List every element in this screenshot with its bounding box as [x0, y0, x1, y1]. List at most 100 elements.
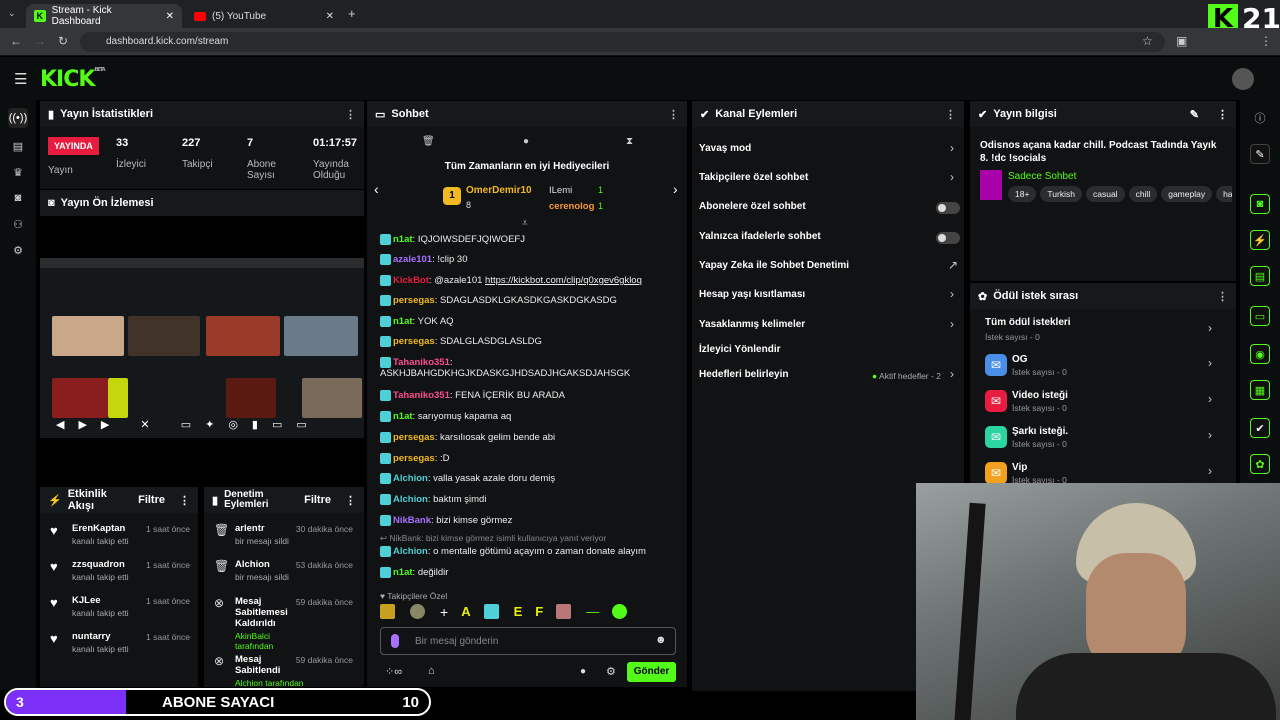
chat-link[interactable]: https://kickbot.com/clip/q0xgev6gkloq: [485, 275, 642, 286]
gift-icon[interactable]: ✿: [1250, 454, 1270, 474]
channel-action-item[interactable]: Yasaklanmış kelimeler: [699, 319, 805, 330]
gear-icon[interactable]: ⚙: [606, 665, 616, 678]
chat-username[interactable]: persegas: [393, 295, 435, 306]
kebab-menu-icon[interactable]: ⋮: [179, 494, 190, 507]
emote-icon[interactable]: [483, 604, 499, 619]
channel-action-item[interactable]: Abonelere özel sohbet: [699, 201, 806, 212]
chat-username[interactable]: NikBank: [393, 515, 431, 526]
toggle-switch[interactable]: [936, 232, 960, 244]
tab-youtube[interactable]: (5) YouTube ✕: [186, 4, 342, 28]
chevron-right-icon[interactable]: ›: [1208, 321, 1212, 335]
reward-item[interactable]: Vip İstek sayısı - 0: [1012, 462, 1067, 485]
gear-icon[interactable]: ⚙: [8, 240, 28, 260]
layout-icon[interactable]: ▦: [1250, 380, 1270, 400]
kebab-menu-icon[interactable]: ⋮: [668, 108, 679, 121]
chat-username[interactable]: n1at: [393, 234, 413, 245]
toggle-switch[interactable]: [936, 202, 960, 214]
emote-icon[interactable]: [410, 604, 425, 619]
chevron-right-icon[interactable]: ›: [950, 287, 954, 301]
event-user[interactable]: zzsquadron: [72, 559, 129, 570]
chevron-right-icon[interactable]: ›: [1208, 356, 1212, 370]
channel-action-item[interactable]: İzleyici Yönlendir: [699, 344, 781, 355]
kick-logo[interactable]: KICKBETA: [40, 67, 106, 92]
menu-icon[interactable]: ⋮: [1260, 34, 1272, 48]
chevron-right-icon[interactable]: ›: [1208, 464, 1212, 478]
chat-username[interactable]: n1at: [393, 411, 413, 422]
infinity-icon[interactable]: ⁘∞: [385, 665, 402, 678]
avatar[interactable]: [1232, 68, 1254, 90]
plus-icon[interactable]: +: [440, 604, 448, 620]
category-link[interactable]: Sadece Sohbet: [1008, 171, 1076, 182]
video-controls[interactable]: ◀▶▶ ✕ ▭✦◎▮▭▭: [56, 418, 321, 431]
broadcast-icon[interactable]: ((•)): [8, 108, 28, 128]
microphone-icon[interactable]: [391, 634, 399, 648]
emote-icon[interactable]: A: [461, 604, 470, 620]
chat-settings-icon[interactable]: ●: [580, 666, 586, 677]
edit-icon[interactable]: ✎: [1250, 144, 1270, 164]
lightning-icon[interactable]: ⚡: [1250, 230, 1270, 250]
chevron-right-icon[interactable]: ›: [1208, 428, 1212, 442]
kebab-menu-icon[interactable]: ⋮: [345, 108, 356, 121]
filter-button[interactable]: Filtre: [304, 494, 331, 506]
event-user[interactable]: nuntarry: [72, 631, 129, 642]
emote-icon[interactable]: [556, 604, 572, 619]
emote-icon[interactable]: E: [514, 604, 523, 620]
chevron-right-icon[interactable]: ›: [950, 317, 954, 331]
chevron-right-icon[interactable]: ›: [950, 367, 954, 381]
all-rewards[interactable]: Tüm ödül istekleri: [985, 317, 1071, 328]
hourglass-icon[interactable]: ⧗: [626, 136, 633, 147]
chat-username[interactable]: n1at: [393, 567, 413, 578]
channel-action-item[interactable]: Yavaş mod: [699, 143, 751, 154]
camera-icon[interactable]: ◙: [1250, 194, 1270, 214]
chat-username[interactable]: persegas: [393, 432, 435, 443]
external-link-icon[interactable]: ↗: [948, 258, 958, 272]
extension-icon[interactable]: ▣: [1176, 34, 1187, 48]
close-icon[interactable]: ✕: [326, 11, 334, 22]
event-user[interactable]: ErenKaptan: [72, 523, 129, 534]
kebab-menu-icon[interactable]: ⋮: [1217, 290, 1228, 303]
chat-username[interactable]: Alchion: [393, 473, 428, 484]
top-gifter-3[interactable]: cerenolog: [549, 201, 594, 212]
bookmark-star-icon[interactable]: ☆: [1142, 34, 1153, 48]
emoji-icon[interactable]: ☻: [655, 634, 667, 646]
chevron-down-icon[interactable]: ⌄: [8, 8, 16, 19]
top-gifter-2[interactable]: ILemi: [549, 185, 572, 196]
info-icon[interactable]: ⓘ: [1250, 108, 1270, 128]
channel-action-item[interactable]: Hedefleri belirleyin: [699, 369, 788, 380]
chat-username[interactable]: Tahaniko351: [393, 357, 450, 368]
chat-input[interactable]: Bir mesaj gönderin ☻: [380, 627, 676, 655]
hamburger-menu-icon[interactable]: ☰: [14, 70, 27, 88]
wrench-icon[interactable]: ✔: [1250, 418, 1270, 438]
chevron-right-icon[interactable]: ›: [1208, 392, 1212, 406]
edit-icon[interactable]: ✎: [1190, 108, 1199, 121]
kebab-menu-icon[interactable]: ⋮: [945, 108, 956, 121]
tab-kick-dashboard[interactable]: K Stream - Kick Dashboard ✕: [26, 4, 182, 28]
trash-icon[interactable]: 🗑: [422, 136, 435, 147]
chevron-left-icon[interactable]: ‹: [374, 181, 379, 197]
chat-username[interactable]: KickBot: [393, 275, 429, 286]
back-icon[interactable]: ←: [10, 34, 22, 48]
chat-username[interactable]: Alchion: [393, 546, 428, 557]
trophy-icon[interactable]: ♛: [8, 162, 28, 182]
channel-action-item[interactable]: Yalnızca ifadelerle sohbet: [699, 231, 821, 242]
chat-bubble-icon[interactable]: ●: [523, 136, 529, 147]
broadcast-icon[interactable]: ◉: [1250, 344, 1270, 364]
chat-username[interactable]: n1at: [393, 316, 413, 327]
event-user[interactable]: KJLee: [72, 595, 129, 606]
camera-icon[interactable]: ◙: [8, 188, 28, 208]
filter-button[interactable]: Filtre: [138, 494, 165, 506]
send-button[interactable]: Gönder: [627, 662, 676, 682]
top-gifter-1[interactable]: OmerDemir10: [466, 185, 532, 196]
chat-username[interactable]: persegas: [393, 453, 435, 464]
reward-item[interactable]: OG İstek sayısı - 0: [1012, 354, 1067, 377]
channel-action-item[interactable]: Takipçilere özel sohbet: [699, 172, 808, 183]
emote-icon[interactable]: —: [586, 604, 599, 620]
chat-username[interactable]: azale101: [393, 254, 432, 265]
emote-icon[interactable]: F: [535, 604, 543, 620]
channel-action-item[interactable]: Yapay Zeka ile Sohbet Denetimi: [699, 260, 849, 271]
url-field[interactable]: dashboard.kick.com/stream: [80, 32, 1165, 52]
chat-username[interactable]: persegas: [393, 336, 435, 347]
chat-icon[interactable]: ▭: [1250, 306, 1270, 326]
forward-icon[interactable]: →: [34, 34, 46, 48]
reward-item[interactable]: Şarkı isteği. İstek sayısı - 0: [1012, 426, 1068, 449]
